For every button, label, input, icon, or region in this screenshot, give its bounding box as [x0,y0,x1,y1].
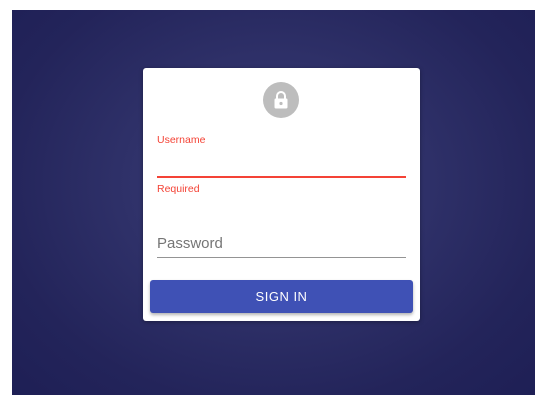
avatar [263,82,299,118]
username-error-text: Required [157,183,200,195]
username-field: Username Required [157,134,406,195]
sign-in-button[interactable]: SIGN IN [150,280,413,313]
password-field [157,230,406,260]
username-label: Username [157,134,206,146]
username-underline [157,176,406,178]
login-page-background: Username Required SIGN IN [12,10,535,395]
password-input[interactable] [157,232,406,254]
password-underline [157,257,406,258]
username-input[interactable] [157,150,406,172]
login-card: Username Required SIGN IN [143,68,420,321]
lock-icon [274,91,288,109]
